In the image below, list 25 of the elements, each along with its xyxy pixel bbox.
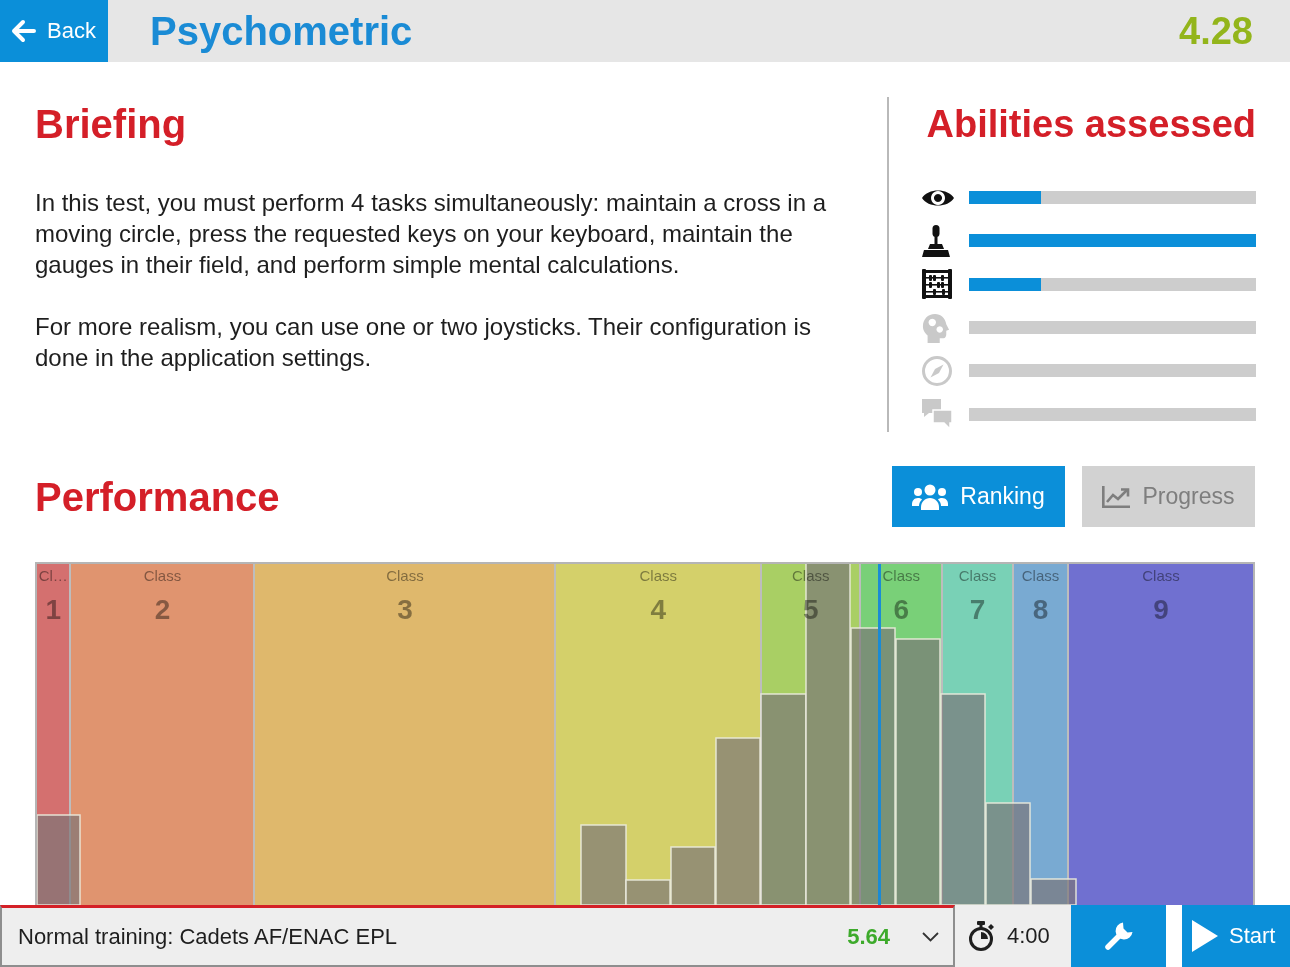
start-button[interactable]: Start <box>1182 905 1290 967</box>
briefing-paragraph: In this test, you must perform 4 tasks simultaneously: maintain a cross in a moving circle, press the requested keys on your keyboard, maintain the gauges in their field, and perform simple mental calculations. <box>35 188 827 280</box>
tools-button[interactable] <box>1071 905 1166 967</box>
wrench-icon <box>1103 921 1134 951</box>
stopwatch-icon <box>968 921 994 951</box>
ranking-tab[interactable]: Ranking <box>892 466 1065 527</box>
page-title: Psychometric <box>150 8 414 54</box>
play-icon <box>1192 920 1218 952</box>
abilities-heading: Abilities assessed <box>925 102 1256 147</box>
training-score: 5.64 <box>847 923 890 950</box>
briefing-paragraph: For more realism, you can use one or two joysticks. Their configuration is done in the application settings. <box>35 312 812 373</box>
chevron-down-icon <box>922 931 939 942</box>
class-number: 9 <box>1153 593 1169 627</box>
class-label: Class <box>1142 567 1180 585</box>
performance-heading: Performance <box>35 473 281 521</box>
training-name: Normal training: Cadets AF/ENAC EPL <box>18 923 399 950</box>
overall-score: 4.28 <box>1179 9 1253 53</box>
timer-value: 4:00 <box>1007 923 1050 949</box>
back-button[interactable]: Back <box>0 0 108 62</box>
people-icon <box>912 483 949 510</box>
progress-tab[interactable]: Progress <box>1082 466 1255 527</box>
line-chart-icon <box>1102 485 1131 508</box>
training-dropdown[interactable]: Normal training: Cadets AF/ENAC EPL 5.64 <box>0 905 955 967</box>
arrow-left-icon <box>10 19 36 43</box>
briefing-heading: Briefing <box>35 101 188 148</box>
